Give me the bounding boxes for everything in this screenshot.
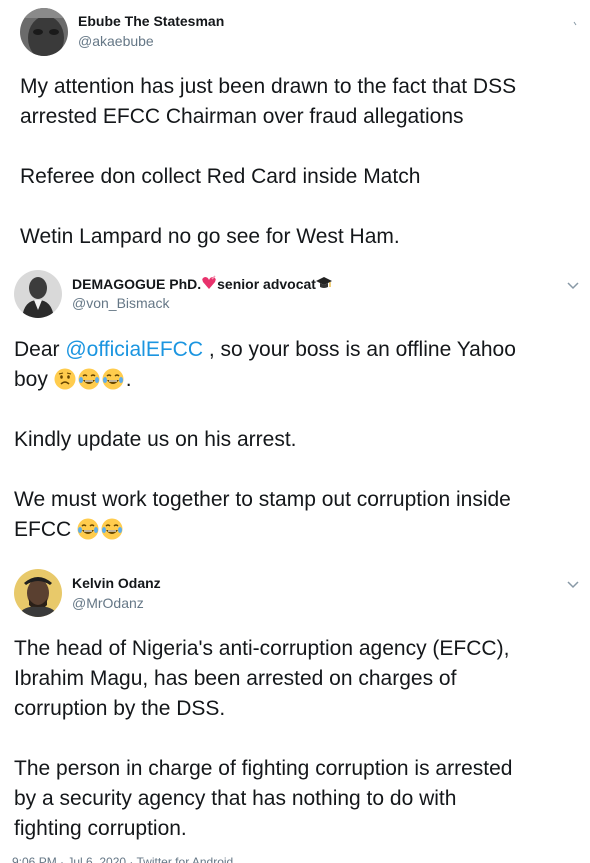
tweet-text-line: corruption by the DSS. xyxy=(14,697,226,720)
text-fragment: . xyxy=(125,368,132,391)
text-fragment: EFCC xyxy=(14,518,72,541)
author-name[interactable]: Kelvin Odanz xyxy=(72,575,161,591)
text-fragment: , so your boss is an offline Yahoo xyxy=(203,338,516,361)
author-handle[interactable]: @MrOdanz xyxy=(72,595,144,611)
avatar[interactable] xyxy=(14,569,62,617)
avatar[interactable] xyxy=(20,8,68,56)
tweet-text-line: boy . xyxy=(14,365,132,395)
tweet-text-line: The person in charge of fighting corrupt… xyxy=(14,757,513,780)
tears-of-joy-emoji xyxy=(102,368,124,390)
tweet-text-line: The head of Nigeria's anti-corruption ag… xyxy=(14,637,510,660)
tweet-text-line: EFCC xyxy=(14,515,125,545)
tweet-text-line: arrested EFCC Chairman over fraud allega… xyxy=(20,105,464,128)
tweet-text-line: Dear @officialEFCC , so your boss is an … xyxy=(14,335,516,365)
author-name-part: senior advocat xyxy=(217,276,316,292)
tweet-text-line: fighting corruption. xyxy=(14,817,187,840)
tweet-text-line: Wetin Lampard no go see for West Ham. xyxy=(20,225,400,248)
author-name[interactable]: Ebube The Statesman xyxy=(78,13,224,29)
chevron-down-icon[interactable] xyxy=(566,577,580,589)
tweet-timestamp[interactable]: 9:06 PM · Jul 6, 2020 · Twitter for Andr… xyxy=(12,855,572,863)
heart-emoji xyxy=(202,275,216,289)
tears-of-joy-emoji xyxy=(78,368,100,390)
avatar[interactable] xyxy=(14,270,62,318)
author-name[interactable]: DEMAGOGUE PhD. senior advocat xyxy=(72,275,332,292)
mention-link[interactable]: @officialEFCC xyxy=(65,338,203,361)
author-handle[interactable]: @akaebube xyxy=(78,33,154,49)
tears-of-joy-emoji xyxy=(77,518,99,540)
tweet-text-line: We must work together to stamp out corru… xyxy=(14,488,511,511)
tears-of-joy-emoji xyxy=(101,518,123,540)
author-name-part: DEMAGOGUE PhD. xyxy=(72,276,202,292)
text-fragment: Dear xyxy=(14,338,66,361)
text-fragment: boy xyxy=(14,368,48,391)
graduation-cap-emoji xyxy=(315,277,332,288)
tweet-text-line: by a security agency that has nothing to… xyxy=(14,787,457,810)
chevron-down-icon[interactable] xyxy=(566,278,580,290)
tweet-text-line: Referee don collect Red Card inside Matc… xyxy=(20,165,421,188)
author-handle[interactable]: @von_Bismack xyxy=(72,295,169,311)
worried-face-emoji xyxy=(54,368,76,390)
chevron-down-icon[interactable] xyxy=(573,14,579,26)
tweet-text-line: Kindly update us on his arrest. xyxy=(14,428,297,451)
tweet-text-line: My attention has just been drawn to the … xyxy=(20,75,517,98)
tweet-text-line: Ibrahim Magu, has been arrested on charg… xyxy=(14,667,457,690)
